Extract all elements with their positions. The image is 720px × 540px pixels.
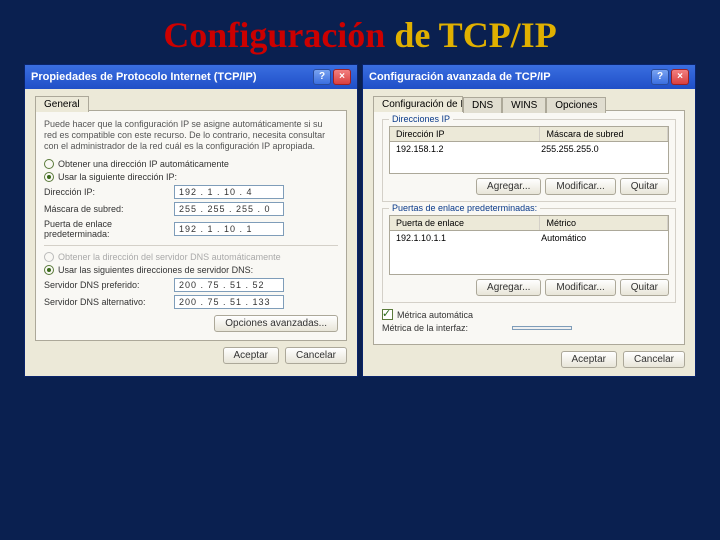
gw-list-body[interactable]: 192.1.10.1.1 Automático xyxy=(389,231,669,275)
title-part1: Configuración xyxy=(163,15,385,55)
dns1-label: Servidor DNS preferido: xyxy=(44,280,174,290)
radio-manual-ip[interactable]: Usar la siguiente dirección IP: xyxy=(44,172,338,182)
radio-icon xyxy=(44,265,54,275)
tab-dns[interactable]: DNS xyxy=(463,97,502,113)
radio-label: Usar las siguientes direcciones de servi… xyxy=(58,265,253,275)
tab-ip-config[interactable]: Configuración de IP xyxy=(373,96,463,112)
remove-ip-button[interactable]: Quitar xyxy=(620,178,669,195)
group-legend: Direcciones IP xyxy=(389,114,453,124)
radio-label: Obtener una dirección IP automáticamente xyxy=(58,159,229,169)
remove-gw-button[interactable]: Quitar xyxy=(620,279,669,296)
radio-label: Usar la siguiente dirección IP: xyxy=(58,172,177,182)
close-button[interactable]: × xyxy=(333,69,351,85)
interface-metric-label: Métrica de la interfaz: xyxy=(382,323,512,333)
add-gw-button[interactable]: Agregar... xyxy=(476,279,541,296)
col-gateway: Puerta de enlace xyxy=(390,216,540,230)
titlebar[interactable]: Configuración avanzada de TCP/IP ? × xyxy=(363,65,695,89)
interface-metric-input xyxy=(512,326,572,330)
ip-addresses-group: Direcciones IP Dirección IP Máscara de s… xyxy=(382,119,676,202)
help-button[interactable]: ? xyxy=(313,69,331,85)
tcp-ip-properties-dialog: Propiedades de Protocolo Internet (TCP/I… xyxy=(24,64,358,377)
radio-auto-ip[interactable]: Obtener una dirección IP automáticamente xyxy=(44,159,338,169)
radio-manual-dns[interactable]: Usar las siguientes direcciones de servi… xyxy=(44,265,338,275)
radio-label: Obtener la dirección del servidor DNS au… xyxy=(58,252,281,262)
gateways-group: Puertas de enlace predeterminadas: Puert… xyxy=(382,208,676,303)
checkbox-label: Métrica automática xyxy=(397,310,473,320)
title-part2: de TCP/IP xyxy=(385,15,556,55)
cancel-button[interactable]: Cancelar xyxy=(623,351,685,368)
radio-icon xyxy=(44,172,54,182)
radio-icon xyxy=(44,252,54,262)
close-button[interactable]: × xyxy=(671,69,689,85)
ip-list-header: Dirección IP Máscara de subred xyxy=(389,126,669,142)
slide-title: Configuración de TCP/IP xyxy=(0,0,720,64)
cell-ip: 192.158.1.2 xyxy=(396,144,541,171)
titlebar[interactable]: Propiedades de Protocolo Internet (TCP/I… xyxy=(25,65,357,89)
advanced-tcp-ip-dialog: Configuración avanzada de TCP/IP ? × Con… xyxy=(362,64,696,377)
description-text: Puede hacer que la configuración IP se a… xyxy=(44,119,338,151)
checkbox-icon xyxy=(382,309,393,320)
edit-ip-button[interactable]: Modificar... xyxy=(545,178,615,195)
col-mask: Máscara de subred xyxy=(540,127,668,141)
col-metric: Métrico xyxy=(540,216,668,230)
gw-list-header: Puerta de enlace Métrico xyxy=(389,215,669,231)
ok-button[interactable]: Aceptar xyxy=(561,351,617,368)
gateway-input[interactable]: 192 . 1 . 10 . 1 xyxy=(174,222,284,236)
mask-label: Máscara de subred: xyxy=(44,204,174,214)
dns2-label: Servidor DNS alternativo: xyxy=(44,297,174,307)
cell-mask: 255.255.255.0 xyxy=(541,144,662,171)
radio-icon xyxy=(44,159,54,169)
group-legend: Puertas de enlace predeterminadas: xyxy=(389,203,540,213)
advanced-button[interactable]: Opciones avanzadas... xyxy=(214,315,338,332)
dns1-input[interactable]: 200 . 75 . 51 . 52 xyxy=(174,278,284,292)
window-title: Propiedades de Protocolo Internet (TCP/I… xyxy=(31,71,257,83)
ip-input[interactable]: 192 . 1 . 10 . 4 xyxy=(174,185,284,199)
tab-options[interactable]: Opciones xyxy=(546,97,606,113)
help-button[interactable]: ? xyxy=(651,69,669,85)
add-ip-button[interactable]: Agregar... xyxy=(476,178,541,195)
auto-metric-checkbox[interactable]: Métrica automática xyxy=(382,309,676,320)
cancel-button[interactable]: Cancelar xyxy=(285,347,347,364)
edit-gw-button[interactable]: Modificar... xyxy=(545,279,615,296)
ok-button[interactable]: Aceptar xyxy=(223,347,279,364)
col-ip: Dirección IP xyxy=(390,127,540,141)
gateway-label: Puerta de enlace predeterminada: xyxy=(44,219,174,239)
tab-wins[interactable]: WINS xyxy=(502,97,546,113)
ip-label: Dirección IP: xyxy=(44,187,174,197)
cell-gateway: 192.1.10.1.1 xyxy=(396,233,541,272)
ip-list-body[interactable]: 192.158.1.2 255.255.255.0 xyxy=(389,142,669,174)
window-title: Configuración avanzada de TCP/IP xyxy=(369,71,551,83)
radio-auto-dns: Obtener la dirección del servidor DNS au… xyxy=(44,252,338,262)
cell-metric: Automático xyxy=(541,233,662,272)
tab-general[interactable]: General xyxy=(35,96,89,112)
dns2-input[interactable]: 200 . 75 . 51 . 133 xyxy=(174,295,284,309)
mask-input[interactable]: 255 . 255 . 255 . 0 xyxy=(174,202,284,216)
